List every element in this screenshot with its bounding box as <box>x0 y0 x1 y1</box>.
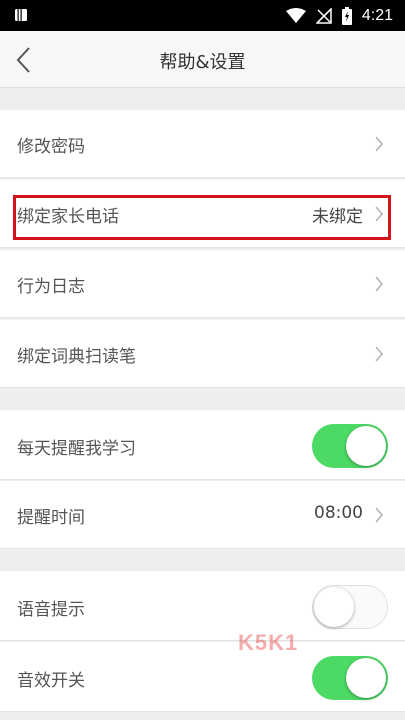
voice-prompt-row: 语音提示 <box>0 571 405 641</box>
chevron-right-icon <box>375 136 384 152</box>
voice-prompt-toggle[interactable] <box>312 585 388 629</box>
sound-effects-row: 音效开关 <box>0 642 405 712</box>
behavior-log-row[interactable]: 行为日志 <box>0 250 405 318</box>
reminder-time-value: 08:00 <box>314 503 363 523</box>
reminder-time-label: 提醒时间 <box>17 508 85 528</box>
daily-reminder-row: 每天提醒我学习 <box>0 410 405 480</box>
watermark: K5K1 <box>238 630 299 655</box>
change-password-row[interactable]: 修改密码 <box>0 110 405 178</box>
sound-effects-label: 音效开关 <box>17 671 85 691</box>
daily-reminder-label: 每天提醒我学习 <box>17 439 136 459</box>
status-bar: 4:21 <box>0 0 405 31</box>
reminder-time-row[interactable]: 提醒时间 08:00 <box>0 481 405 549</box>
behavior-log-label: 行为日志 <box>17 277 85 297</box>
status-time: 4:21 <box>361 7 393 24</box>
bind-parent-phone-label: 绑定家长电话 <box>17 207 119 227</box>
toggle-knob <box>346 426 386 466</box>
chevron-right-icon <box>375 206 384 222</box>
toggle-knob <box>346 658 386 698</box>
chevron-right-icon <box>375 276 384 292</box>
toggle-knob <box>314 587 354 627</box>
battery-icon <box>341 7 352 25</box>
chevron-right-icon <box>375 507 384 523</box>
bind-status-value: 未绑定 <box>312 207 363 227</box>
daily-reminder-toggle[interactable] <box>312 424 388 468</box>
change-password-label: 修改密码 <box>17 137 85 157</box>
voice-prompt-label: 语音提示 <box>17 600 85 620</box>
wifi-icon <box>285 8 306 23</box>
bind-dictionary-pen-row[interactable]: 绑定词典扫读笔 <box>0 320 405 388</box>
bind-dictionary-pen-label: 绑定词典扫读笔 <box>17 347 136 367</box>
sound-effects-toggle[interactable] <box>312 656 388 700</box>
signal-icon <box>315 8 332 24</box>
notification-icon <box>15 9 27 21</box>
page-title: 帮助&设置 <box>159 52 246 73</box>
navigation-bar: 帮助&设置 <box>0 31 405 88</box>
chevron-right-icon <box>375 346 384 362</box>
bind-parent-phone-row[interactable]: 绑定家长电话 未绑定 <box>0 180 405 248</box>
